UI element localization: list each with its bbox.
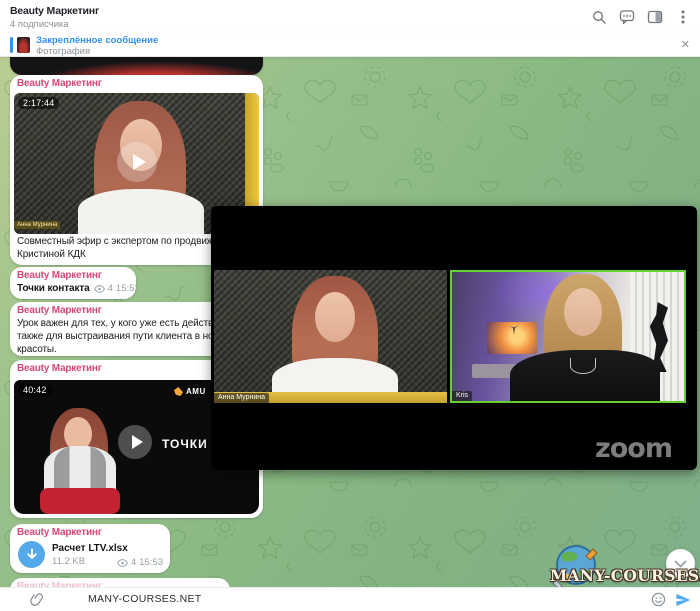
play-icon[interactable] (117, 142, 157, 182)
zoom-logo: zoom (595, 433, 672, 464)
speaker-skirt (40, 488, 120, 514)
message-text: Beauty Маркетинг Урок важен для тех, у к… (10, 302, 240, 356)
photo-message-partial[interactable] (10, 57, 263, 75)
telegram-window: Beauty Маркетинг 4 подписчика Закреплённ… (0, 0, 700, 611)
emoji-icon[interactable] (651, 592, 666, 611)
discussion-icon[interactable] (618, 8, 636, 26)
participant-name-tag: Анна Мурнина (214, 393, 269, 403)
send-icon[interactable] (675, 592, 691, 611)
pinned-accent-bar (10, 37, 13, 53)
pinned-label: Закреплённое сообщение (36, 35, 158, 46)
participant-name-tag: Kris (452, 391, 472, 401)
channel-name: Beauty Маркетинг (17, 363, 102, 374)
participant-tile-active: Kris (450, 270, 686, 403)
duration-badge: 40:42 (18, 384, 52, 396)
speaker-name-tag: Анна Мурнина (14, 221, 60, 229)
view-count: 4 (131, 557, 136, 568)
message-title: Beauty Маркетинг Точки контакта 4 15:53 (10, 267, 136, 299)
eye-icon (94, 285, 105, 293)
participant-face (315, 292, 355, 342)
file-size: 11.2 KB (52, 556, 85, 567)
sidebar-toggle-icon[interactable] (646, 8, 664, 26)
timestamp: 15:53 (116, 283, 136, 294)
video-caption-line2: Кристиной КДК (17, 249, 86, 260)
participant-face (564, 288, 602, 336)
channel-name: Beauty Маркетинг (17, 270, 102, 281)
duration-badge: 2:17:44 (18, 97, 59, 109)
channel-name: Beauty Маркетинг (17, 527, 102, 538)
message-composer: MANY-COURSES.NET (0, 587, 700, 611)
channel-name: Beauty Маркетинг (17, 305, 102, 316)
file-name[interactable]: Расчет LTV.xlsx (52, 543, 128, 554)
channel-name: Beauty Маркетинг (17, 78, 102, 89)
amu-logo: AMU (174, 387, 206, 396)
paperclip-icon[interactable] (30, 592, 44, 611)
timestamp: 15:53 (139, 557, 163, 568)
play-icon[interactable] (118, 425, 152, 459)
view-count: 4 (108, 283, 113, 294)
amu-logo-icon (174, 387, 183, 396)
speaker-shirt (78, 189, 204, 234)
text-line1: Урок важен для тех, у кого уже есть дейс… (17, 318, 240, 329)
lesson-title: Точки контакта (17, 283, 90, 294)
channel-title: Beauty Маркетинг (10, 5, 99, 17)
message-file: Beauty Маркетинг Расчет LTV.xlsx 11.2 KB… (10, 524, 170, 573)
text-line3: красоты. (17, 344, 57, 355)
pinned-type: Фотография (36, 46, 90, 57)
tv-screen (487, 322, 537, 354)
eye-icon (117, 559, 128, 567)
zoom-call-image[interactable]: Анна Мурнина Kris zoom (211, 206, 697, 470)
necklace (570, 358, 596, 374)
close-icon[interactable]: ✕ (681, 38, 690, 51)
pinned-message-bar[interactable]: Закреплённое сообщение Фотография ✕ (0, 33, 700, 57)
message-input[interactable]: MANY-COURSES.NET (88, 593, 202, 605)
pinned-photo-thumbnail (17, 37, 30, 53)
search-icon[interactable] (590, 8, 608, 26)
site-watermark: MANY-COURSES.NET (550, 566, 700, 585)
subscriber-count: 4 подписчика (10, 19, 69, 30)
kebab-menu-icon[interactable] (674, 8, 692, 26)
text-line2: также для выстраивания пути клиента в но… (17, 331, 240, 342)
speaker-vest (54, 446, 106, 490)
chat-header[interactable]: Beauty Маркетинг 4 подписчика (0, 0, 700, 33)
participant-tile-left: Анна Мурнина (214, 270, 447, 403)
download-icon[interactable] (18, 541, 45, 568)
